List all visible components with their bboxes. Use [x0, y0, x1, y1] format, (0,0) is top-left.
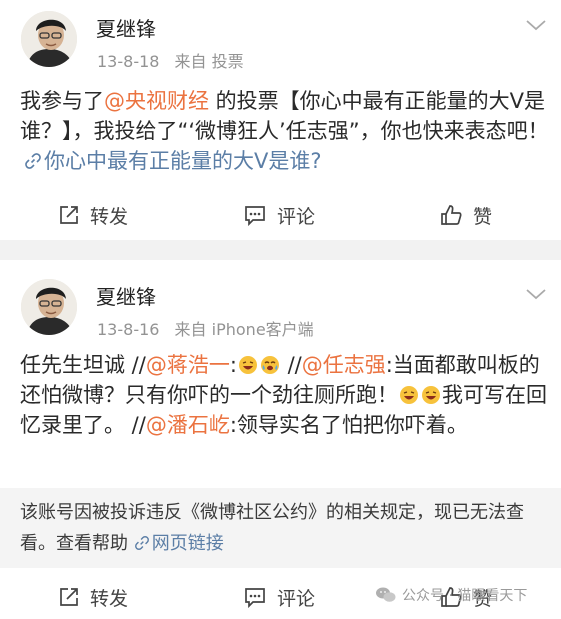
tears-emoji [260, 356, 279, 374]
post-time: 13-8-16 [97, 320, 160, 339]
post-source[interactable]: 投票 [212, 52, 244, 71]
chevron-down-icon[interactable] [525, 18, 547, 32]
link-icon [134, 536, 149, 550]
source-prefix: 来自 [174, 52, 207, 71]
avatar[interactable] [21, 11, 77, 67]
action-bar: 转发 评论 赞 [0, 199, 561, 231]
source-prefix: 来自 [174, 320, 207, 339]
comment-icon [245, 206, 265, 226]
chevron-down-icon[interactable] [525, 287, 547, 301]
post-source[interactable]: iPhone客户端 [212, 320, 314, 339]
mention-link[interactable]: @蒋浩一 [146, 353, 230, 377]
post-body: 任先生坦诚 //@蒋浩一: //@任志强:当面都敢叫板的还怕微博？只有你吓的一个… [20, 350, 550, 440]
repost-label: 转发 [90, 587, 129, 610]
comment-button[interactable]: 评论 [243, 199, 315, 231]
post-text: // [280, 353, 302, 377]
repost-label: 转发 [90, 205, 129, 228]
like-button[interactable]: 赞 [439, 199, 492, 231]
like-label: 赞 [473, 205, 493, 228]
repost-button[interactable]: 转发 [58, 581, 128, 613]
post-time: 13-8-18 [97, 52, 160, 71]
post-text: 我参与了 [20, 89, 104, 113]
laugh-emoji [238, 356, 257, 374]
post-text: 任先生坦诚 // [20, 353, 146, 377]
post-body: 我参与了@央视财经 的投票【你心中最有正能量的大V是谁？】，我投给了“‘微博狂人… [20, 86, 550, 176]
author-name[interactable]: 夏继锋 [96, 13, 156, 42]
author-name[interactable]: 夏继锋 [96, 281, 156, 310]
notice-message: 该账号因被投诉违反《微博社区公约》的相关规定，现已无法查看。查看帮助 [20, 502, 524, 554]
comment-label: 评论 [277, 587, 316, 610]
watermark-text: 公众号 · 猫眼看天下 [402, 588, 528, 604]
post-meta: 13-8-18 来自 投票 [97, 48, 244, 72]
comment-button[interactable]: 评论 [243, 581, 315, 613]
laugh-emoji [422, 386, 440, 404]
mention-link[interactable]: @央视财经 [104, 89, 209, 113]
link-icon [25, 153, 41, 169]
web-link[interactable]: 网页链接 [134, 533, 224, 554]
post-text: :领导实名了怕把你吓着。 [229, 413, 468, 437]
repost-button[interactable]: 转发 [58, 199, 128, 231]
unavailable-notice: 该账号因被投诉违反《微博社区公约》的相关规定，现已无法查看。查看帮助 网页链接 [0, 488, 561, 568]
vote-link-label[interactable]: 你心中最有正能量的大V是谁? [44, 149, 322, 173]
mention-link[interactable]: @任志强 [302, 353, 386, 377]
avatar[interactable] [21, 279, 77, 335]
wechat-icon [376, 587, 396, 602]
vote-link[interactable]: 你心中最有正能量的大V是谁? [20, 149, 322, 173]
like-icon [441, 205, 462, 225]
comment-icon [245, 588, 265, 608]
watermark: 公众号 · 猫眼看天下 [375, 585, 527, 605]
laugh-emoji [400, 386, 418, 404]
repost-icon [60, 588, 78, 606]
post-card: 夏继锋 13-8-18 来自 投票 我参与了@央视财经 的投票【你心中最有正能量… [0, 0, 561, 240]
comment-label: 评论 [277, 205, 316, 228]
post-card: 夏继锋 13-8-16 来自 iPhone客户端 任先生坦诚 //@蒋浩一: /… [0, 260, 561, 619]
web-link-label[interactable]: 网页链接 [152, 533, 224, 554]
post-meta: 13-8-16 来自 iPhone客户端 [97, 316, 314, 340]
repost-icon [60, 206, 78, 224]
notice-text: 该账号因被投诉违反《微博社区公约》的相关规定，现已无法查看。查看帮助 网页链接 [20, 497, 540, 559]
mention-link[interactable]: @潘石屹 [146, 413, 230, 437]
post-text: : [229, 353, 237, 377]
